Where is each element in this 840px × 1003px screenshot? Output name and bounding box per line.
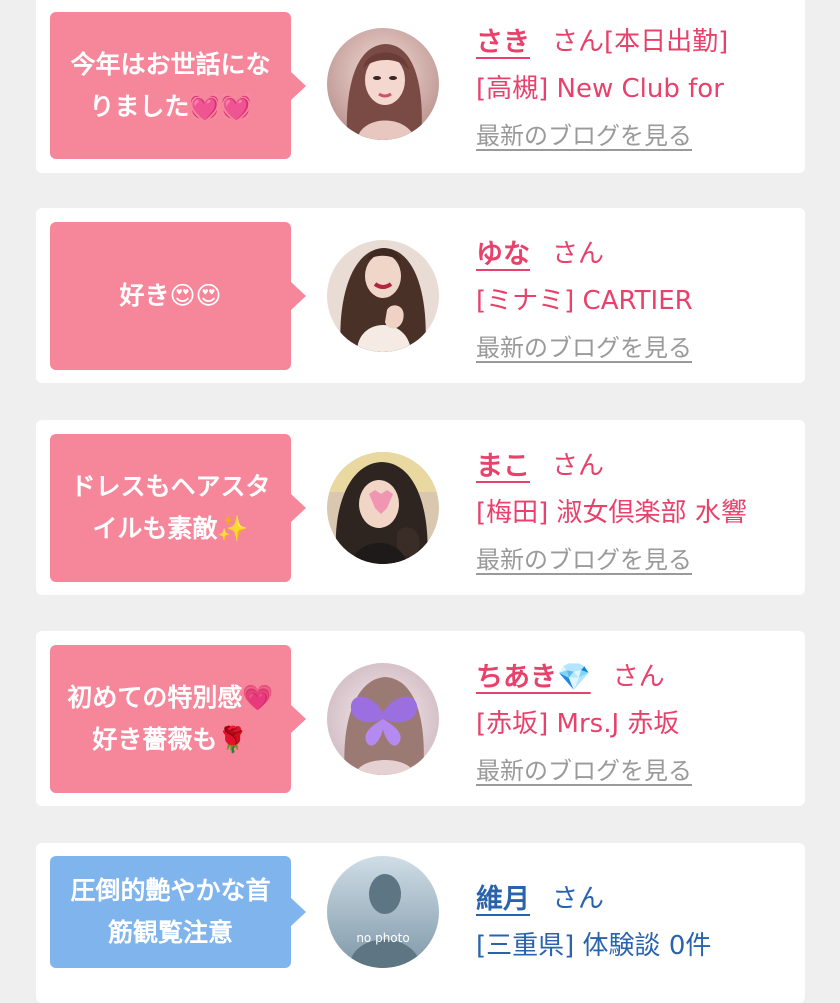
- review-list: 今年はお世話にな りました💓💓 さき さん [本日出勤] [高槻] New Cl…: [0, 0, 840, 1003]
- name-row: まこ さん: [476, 440, 795, 486]
- honorific: さん: [612, 661, 665, 692]
- blog-link[interactable]: 最新のブログを見る: [476, 751, 692, 786]
- shop-name: [三重県] 体験談 0件: [476, 930, 712, 961]
- honorific: さん: [552, 883, 605, 914]
- shop-row: [梅田] 淑女倶楽部 水響: [476, 486, 795, 534]
- shop-row: [三重県] 体験談 0件: [476, 919, 795, 967]
- comment-text: 初めての特別感💗 好き薔薇も🌹: [67, 683, 274, 754]
- shop-name: [ミナミ] CARTIER: [476, 285, 693, 316]
- review-card: 好き😍😍 ゆな さん [ミナミ] CARTIER 最新のブログを見る: [36, 208, 805, 383]
- blog-row: 最新のブログを見る: [476, 745, 795, 791]
- honorific: さん: [552, 26, 605, 57]
- name-row: 維月 さん: [476, 873, 795, 919]
- review-card: ドレスもヘアスタ イルも素敵✨ まこ さん [梅田] 淑女倶楽部 水響 最新のブ…: [36, 420, 805, 595]
- shop-row: [赤坂] Mrs.J 赤坂: [476, 697, 795, 745]
- avatar-photo: [327, 28, 439, 140]
- blog-link[interactable]: 最新のブログを見る: [476, 116, 692, 151]
- avatar-photo: [327, 663, 439, 775]
- honorific: さん: [552, 450, 605, 481]
- blog-row: 最新のブログを見る: [476, 322, 795, 368]
- blog-row: 最新のブログを見る: [476, 110, 795, 156]
- shop-name: [赤坂] Mrs.J 赤坂: [476, 708, 680, 739]
- cast-name-link[interactable]: ゆな: [476, 232, 530, 271]
- comment-bubble: 今年はお世話にな りました💓💓: [50, 12, 306, 159]
- comment-text: 今年はお世話にな りました💓💓: [70, 49, 271, 121]
- cast-info: さき さん [本日出勤] [高槻] New Club for 最新のブログを見る: [476, 16, 795, 156]
- avatar[interactable]: [327, 663, 439, 775]
- cast-info: まこ さん [梅田] 淑女倶楽部 水響 最新のブログを見る: [476, 440, 795, 580]
- shop-name: [梅田] 淑女倶楽部 水響: [476, 497, 747, 528]
- blog-link[interactable]: 最新のブログを見る: [476, 540, 692, 575]
- cast-name-link[interactable]: 維月: [476, 877, 530, 916]
- comment-text: 好き😍😍: [119, 281, 222, 310]
- cast-name-link[interactable]: さき: [476, 20, 530, 59]
- avatar[interactable]: [327, 240, 439, 352]
- shop-row: [高槻] New Club for: [476, 62, 795, 110]
- comment-text: 圧倒的艶やかな首 筋観覧注意: [70, 876, 271, 947]
- comment-text: ドレスもヘアスタ イルも素敵✨: [70, 472, 271, 543]
- name-row: ゆな さん: [476, 228, 795, 274]
- no-photo-placeholder: no photo: [327, 856, 439, 968]
- comment-bubble: 好き😍😍: [50, 222, 306, 370]
- avatar[interactable]: [327, 28, 439, 140]
- cast-name-link[interactable]: ちあき💎: [476, 655, 591, 694]
- blog-row: 最新のブログを見る: [476, 534, 795, 580]
- cast-info: ゆな さん [ミナミ] CARTIER 最新のブログを見る: [476, 228, 795, 368]
- cast-info: 維月 さん [三重県] 体験談 0件: [476, 873, 795, 967]
- avatar[interactable]: no photo: [327, 856, 439, 968]
- comment-bubble: 圧倒的艶やかな首 筋観覧注意: [50, 856, 306, 968]
- cast-name-link[interactable]: まこ: [476, 444, 530, 483]
- comment-bubble: ドレスもヘアスタ イルも素敵✨: [50, 434, 306, 582]
- shop-row: [ミナミ] CARTIER: [476, 274, 795, 322]
- honorific: さん: [552, 238, 605, 269]
- status-tag: [本日出勤]: [604, 26, 729, 57]
- review-card: 圧倒的艶やかな首 筋観覧注意 no photo 維月 さん [三重県] 体験談 …: [36, 843, 805, 1003]
- avatar-photo: [327, 452, 439, 564]
- shop-name: [高槻] New Club for: [476, 73, 724, 104]
- review-card: 今年はお世話にな りました💓💓 さき さん [本日出勤] [高槻] New Cl…: [36, 0, 805, 173]
- name-row: ちあき💎 さん: [476, 651, 795, 697]
- avatar[interactable]: [327, 452, 439, 564]
- review-card: 初めての特別感💗 好き薔薇も🌹 ちあき💎 さん [赤坂] Mrs.J 赤坂 最新…: [36, 631, 805, 806]
- blog-link[interactable]: 最新のブログを見る: [476, 328, 692, 363]
- avatar-photo: [327, 240, 439, 352]
- name-row: さき さん [本日出勤]: [476, 16, 795, 62]
- no-photo-label: no photo: [356, 931, 409, 945]
- comment-bubble: 初めての特別感💗 好き薔薇も🌹: [50, 645, 306, 793]
- cast-info: ちあき💎 さん [赤坂] Mrs.J 赤坂 最新のブログを見る: [476, 651, 795, 791]
